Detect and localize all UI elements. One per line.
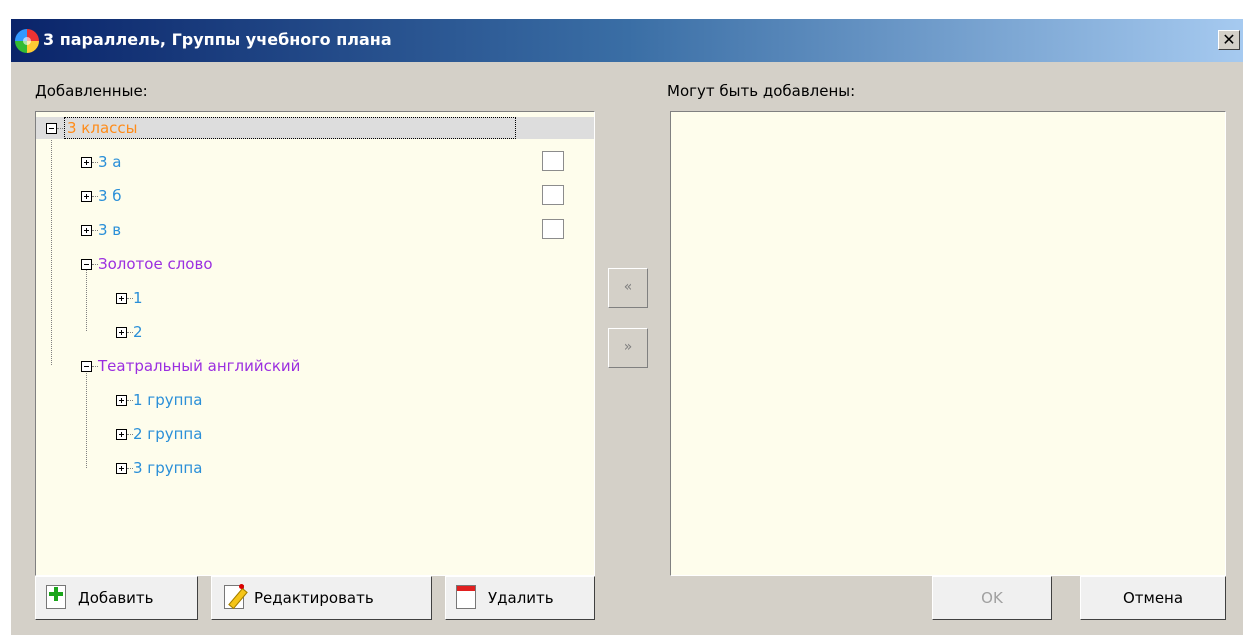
available-label: Могут быть добавлены: (667, 82, 856, 100)
dialog-window: 3 параллель, Группы учебного плана ✕ Доб… (10, 19, 1243, 635)
add-icon (46, 585, 66, 609)
added-tree-panel[interactable]: 3 классы 3 а 3 б 3 в Золотое слово 1 2 Т… (35, 111, 595, 576)
tree-node-label: Золотое слово (98, 255, 213, 273)
available-list-panel[interactable] (670, 111, 1226, 576)
add-button-label: Добавить (78, 589, 154, 607)
tree-node-label: 3 группа (133, 459, 203, 477)
close-button[interactable]: ✕ (1218, 30, 1240, 50)
title-bar[interactable]: 3 параллель, Группы учебного плана ✕ (11, 19, 1243, 62)
tree-node[interactable]: Золотое слово (36, 253, 594, 275)
delete-button-label: Удалить (488, 589, 554, 607)
tree-node-label: 1 (133, 289, 143, 307)
tree-connector (86, 369, 87, 468)
expand-icon[interactable] (116, 463, 127, 474)
class-checkbox[interactable] (542, 185, 564, 205)
expand-icon[interactable] (116, 429, 127, 440)
collapse-icon[interactable] (81, 259, 92, 270)
tree-node-label: 3 в (98, 221, 122, 239)
tree-node[interactable]: 2 (36, 321, 594, 343)
delete-icon (456, 585, 476, 609)
tree-node-label: 2 (133, 323, 143, 341)
tree-node-label: 3 а (98, 153, 122, 171)
tree-node-label: 3 б (98, 187, 122, 205)
cancel-button-label: Отмена (1122, 589, 1184, 607)
tree-node[interactable]: 1 (36, 287, 594, 309)
edit-button[interactable]: Редактировать (211, 576, 432, 620)
tree-node-label: Театральный английский (98, 357, 301, 375)
tree-node[interactable]: 1 группа (36, 389, 594, 411)
expand-icon[interactable] (81, 191, 92, 202)
expand-icon[interactable] (116, 327, 127, 338)
move-right-button[interactable]: » (608, 328, 648, 368)
collapse-icon[interactable] (81, 361, 92, 372)
delete-button[interactable]: Удалить (445, 576, 595, 620)
edit-button-label: Редактировать (254, 589, 374, 607)
tree-node[interactable]: 2 группа (36, 423, 594, 445)
class-checkbox[interactable] (542, 151, 564, 171)
tree-node-label: 1 группа (133, 391, 203, 409)
expand-icon[interactable] (81, 157, 92, 168)
cancel-button[interactable]: Отмена (1080, 576, 1226, 620)
tree-connector (57, 128, 63, 129)
tree-node[interactable]: 3 а (36, 151, 594, 173)
expand-icon[interactable] (81, 225, 92, 236)
added-label: Добавленные: (35, 82, 148, 100)
tree-node[interactable]: 3 в (36, 219, 594, 241)
tree-node-root[interactable]: 3 классы (36, 117, 594, 139)
window-title: 3 параллель, Группы учебного плана (43, 30, 392, 49)
tree-node[interactable]: 3 б (36, 185, 594, 207)
class-checkbox[interactable] (542, 219, 564, 239)
add-button[interactable]: Добавить (35, 576, 198, 620)
tree-node[interactable]: 3 группа (36, 457, 594, 479)
ok-button-label: OK (981, 589, 1003, 607)
expand-icon[interactable] (116, 293, 127, 304)
expand-icon[interactable] (116, 395, 127, 406)
tree-node-label: 3 классы (67, 119, 138, 137)
tree-node-label: 2 группа (133, 425, 203, 443)
collapse-icon[interactable] (46, 123, 57, 134)
app-globe-icon (15, 29, 39, 53)
pencil-icon (224, 584, 248, 610)
ok-button[interactable]: OK (932, 576, 1052, 620)
move-left-button[interactable]: « (608, 268, 648, 308)
tree-node[interactable]: Театральный английский (36, 355, 594, 377)
